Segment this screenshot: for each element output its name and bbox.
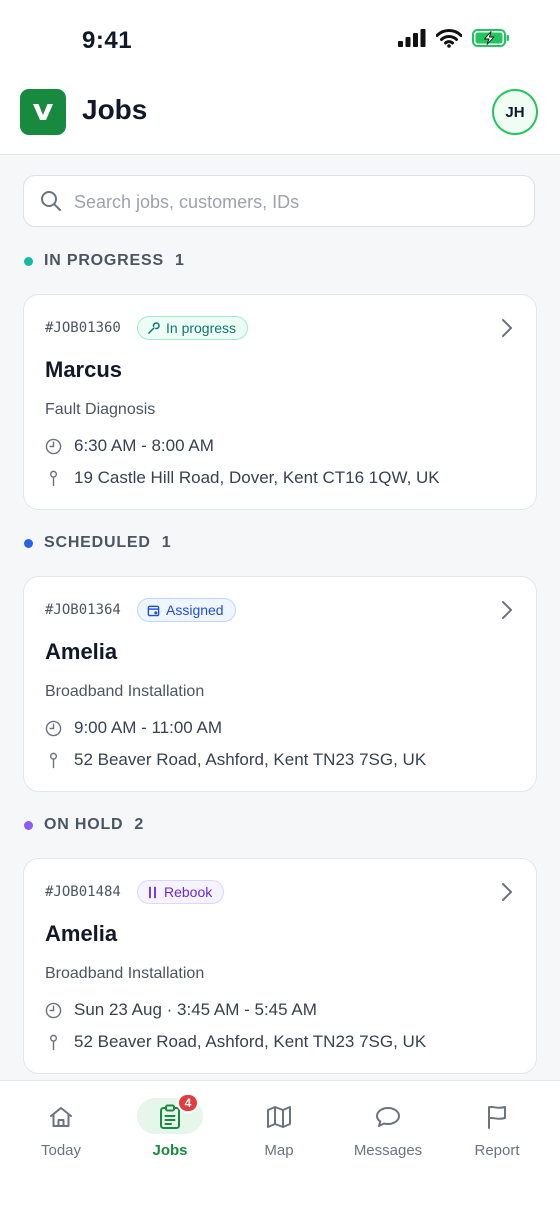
job-address: 52 Beaver Road, Ashford, Kent TN23 7SG, …	[74, 1032, 427, 1051]
job-address-row: 52 Beaver Road, Ashford, Kent TN23 7SG, …	[45, 1032, 426, 1052]
battery-charging-icon	[472, 29, 509, 47]
section-header-scheduled: SCHEDULED 1	[24, 531, 171, 555]
service-type: Broadband Installation	[45, 683, 205, 700]
status-bar: 9:41	[0, 0, 560, 80]
job-id: #JOB01364	[45, 602, 121, 618]
job-time: 9:00 AM - 11:00 AM	[74, 718, 223, 737]
page-title: Jobs	[82, 94, 148, 125]
status-dot	[24, 820, 33, 830]
status-badge-label: In progress	[166, 320, 237, 336]
v-logo-icon	[20, 89, 66, 135]
chat-bubble-icon	[373, 1103, 403, 1131]
status-badge: Rebook	[137, 880, 225, 904]
job-address-row: 19 Castle Hill Road, Dover, Kent CT16 1Q…	[45, 468, 440, 488]
status-time: 9:41	[82, 27, 133, 54]
section-header-on-hold: ON HOLD 2	[24, 813, 143, 837]
job-id: #JOB01360	[45, 320, 121, 336]
app-header: Jobs JH	[0, 80, 560, 155]
home-icon	[46, 1103, 76, 1131]
job-time: 6:30 AM - 8:00 AM	[74, 436, 214, 455]
chevron-right-icon[interactable]	[500, 317, 514, 339]
status-icons	[398, 28, 510, 48]
service-type: Broadband Installation	[45, 965, 205, 982]
job-card[interactable]: #JOB01360 In progress Marcus Fault Diagn…	[23, 294, 537, 510]
jobs-list[interactable]: Search jobs, customers, IDs IN PROGRESS …	[0, 155, 560, 1080]
flag-icon	[482, 1103, 512, 1131]
section-title: IN PROGRESS	[44, 252, 164, 269]
section-count: 2	[134, 816, 144, 833]
wifi-icon	[436, 28, 462, 48]
tab-report[interactable]: Report	[442, 1081, 552, 1181]
tab-jobs[interactable]: 4 Jobs	[115, 1081, 225, 1181]
customer-name: Marcus	[45, 357, 123, 382]
job-time-row: 9:00 AM - 11:00 AM	[45, 718, 222, 738]
job-time: Sun 23 Aug · 3:45 AM - 5:45 AM	[74, 1000, 317, 1019]
tab-label: Messages	[353, 1142, 423, 1159]
clock-icon	[45, 720, 62, 736]
tab-label: Jobs	[152, 1142, 188, 1159]
search-placeholder: Search jobs, customers, IDs	[74, 192, 300, 212]
tab-map[interactable]: Map	[224, 1081, 334, 1181]
bottom-tab-bar: Today 4 Jobs Map Messages Report	[0, 1080, 560, 1218]
clock-icon	[45, 1002, 62, 1018]
map-icon	[264, 1103, 294, 1131]
customer-name: Amelia	[45, 639, 118, 664]
tab-messages[interactable]: Messages	[333, 1081, 443, 1181]
status-dot	[24, 538, 33, 548]
job-card[interactable]: #JOB01364 Assigned Amelia Broadband Inst…	[23, 576, 537, 792]
chevron-right-icon[interactable]	[500, 599, 514, 621]
job-address: 19 Castle Hill Road, Dover, Kent CT16 1Q…	[74, 468, 440, 487]
section-header-in-progress: IN PROGRESS 1	[24, 249, 184, 273]
cellular-signal-icon	[398, 29, 426, 47]
tab-label: Map	[264, 1142, 294, 1159]
status-badge: Assigned	[137, 598, 236, 622]
job-address: 52 Beaver Road, Ashford, Kent TN23 7SG, …	[74, 750, 427, 769]
search-input[interactable]: Search jobs, customers, IDs	[23, 175, 535, 227]
service-type: Fault Diagnosis	[45, 401, 156, 418]
customer-name: Amelia	[45, 921, 118, 946]
job-address-row: 52 Beaver Road, Ashford, Kent TN23 7SG, …	[45, 750, 426, 770]
location-pin-icon	[49, 1034, 58, 1051]
status-badge-label: Rebook	[164, 884, 213, 900]
calendar-icon	[147, 605, 160, 616]
location-pin-icon	[49, 752, 58, 769]
job-id: #JOB01484	[45, 884, 121, 900]
section-count: 1	[174, 252, 184, 269]
section-count: 1	[161, 534, 171, 551]
status-badge: In progress	[137, 316, 249, 340]
job-time-row: Sun 23 Aug · 3:45 AM - 5:45 AM	[45, 1000, 317, 1020]
tab-today[interactable]: Today	[6, 1081, 116, 1181]
location-pin-icon	[49, 470, 58, 487]
wrench-icon	[148, 321, 160, 334]
section-title: ON HOLD	[44, 816, 124, 833]
jobs-count-badge: 4	[177, 1093, 199, 1113]
search-icon	[41, 191, 61, 211]
pause-icon	[149, 886, 156, 898]
avatar[interactable]: JH	[492, 89, 538, 135]
tab-label: Report	[474, 1142, 520, 1159]
status-dot	[24, 256, 33, 266]
section-title: SCHEDULED	[44, 534, 151, 551]
status-badge-label: Assigned	[166, 602, 224, 618]
chevron-right-icon[interactable]	[500, 881, 514, 903]
tab-label: Today	[40, 1142, 82, 1159]
clock-icon	[45, 438, 62, 454]
job-card[interactable]: #JOB01484 Rebook Amelia Broadband Instal…	[23, 858, 537, 1074]
job-time-row: 6:30 AM - 8:00 AM	[45, 436, 214, 456]
